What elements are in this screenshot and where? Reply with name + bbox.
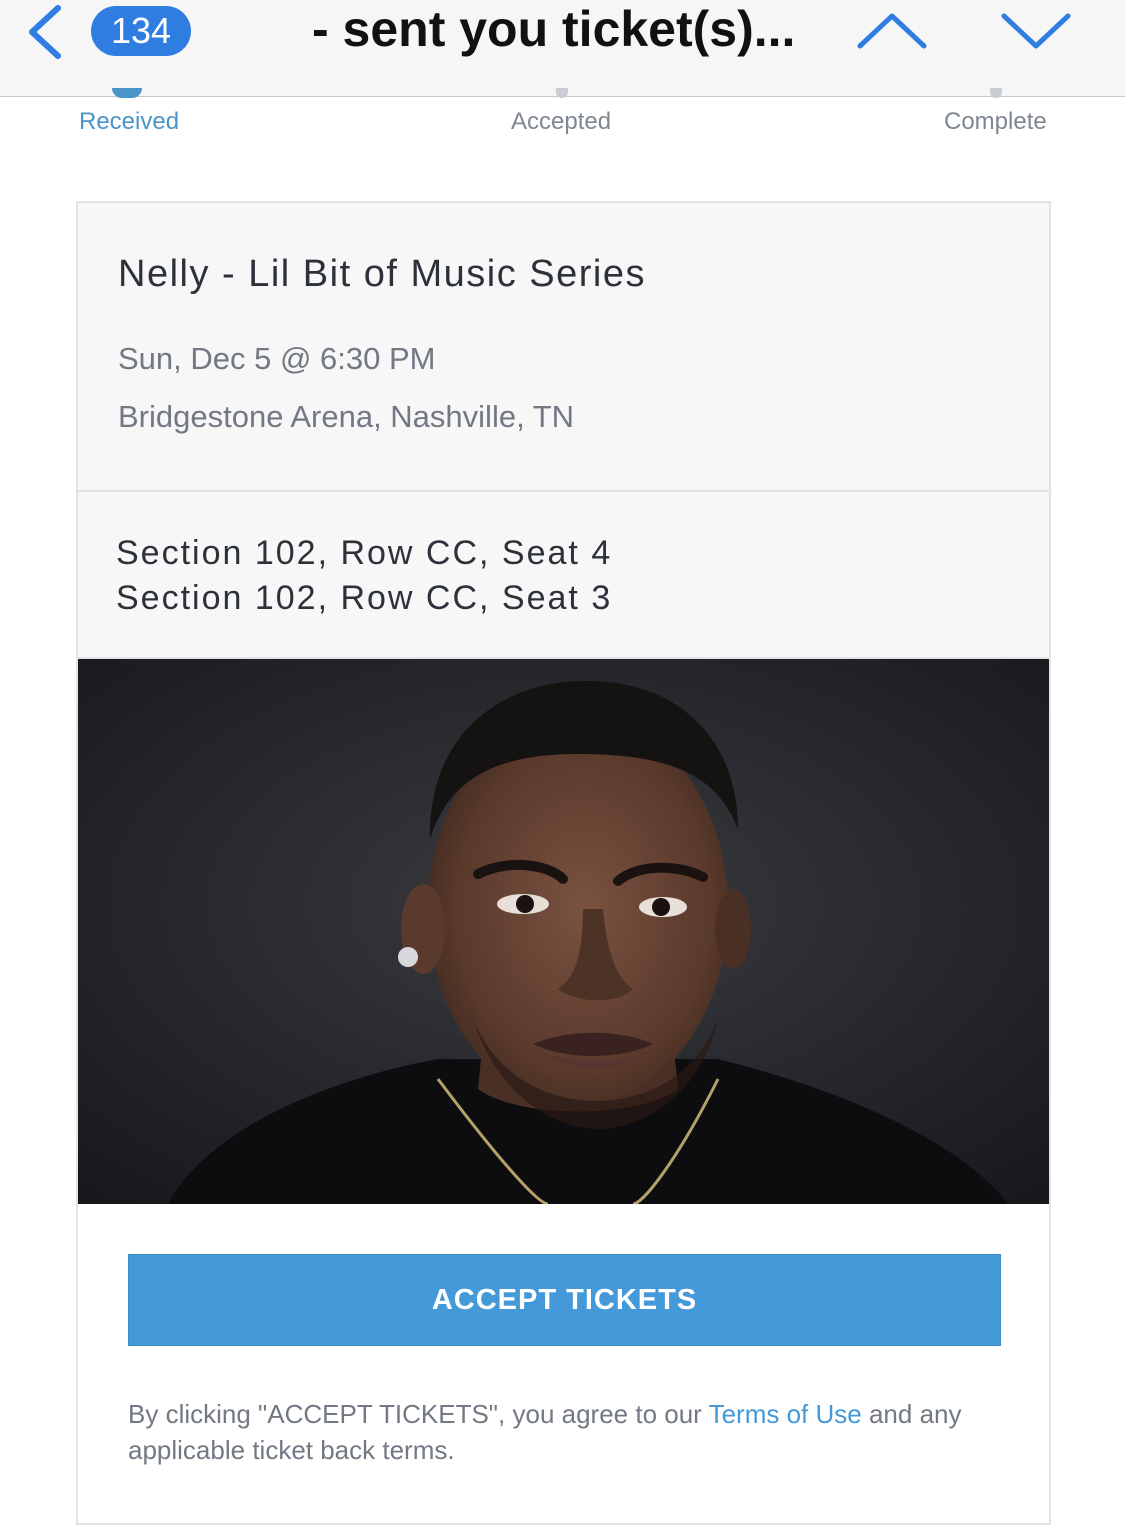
terms-of-use-link[interactable]: Terms of Use: [709, 1399, 862, 1429]
event-name: Nelly - Lil Bit of Music Series: [118, 253, 646, 295]
seat-item: Section 102, Row CC, Seat 3: [116, 579, 613, 617]
step-received: Received: [79, 108, 180, 135]
seat-item: Section 102, Row CC, Seat 4: [116, 534, 613, 572]
step-indicator-complete: [990, 88, 1002, 98]
step-indicator-received: [112, 88, 142, 98]
ticket-card: Nelly - Lil Bit of Music Series Sun, Dec…: [76, 201, 1051, 1525]
email-subject: - sent you ticket(s)...: [312, 1, 796, 57]
event-venue: Bridgestone Arena, Nashville, TN: [118, 399, 575, 434]
artist-photo: [78, 659, 1049, 1204]
chevron-up-icon[interactable]: [852, 6, 932, 56]
accept-tickets-button[interactable]: ACCEPT TICKETS: [128, 1254, 1001, 1346]
step-accepted: Accepted: [511, 108, 612, 135]
event-details: Nelly - Lil Bit of Music Series Sun, Dec…: [78, 203, 1049, 492]
seat-list: Section 102, Row CC, Seat 4 Section 102,…: [78, 492, 1049, 659]
step-indicator-accepted: [556, 88, 568, 98]
step-complete: Complete: [944, 108, 1047, 135]
unread-count-badge[interactable]: 134: [91, 6, 191, 56]
terms-prefix: By clicking "ACCEPT TICKETS", you agree …: [128, 1399, 709, 1429]
chevron-down-icon[interactable]: [996, 6, 1076, 56]
terms-notice: By clicking "ACCEPT TICKETS", you agree …: [128, 1396, 988, 1468]
mail-nav-bar: 134 - sent you ticket(s)...: [0, 0, 1125, 97]
ticket-progress-steps: Received Accepted Complete: [0, 88, 1125, 156]
event-date: Sun, Dec 5 @ 6:30 PM: [118, 341, 436, 376]
chevron-left-icon[interactable]: [22, 2, 70, 62]
